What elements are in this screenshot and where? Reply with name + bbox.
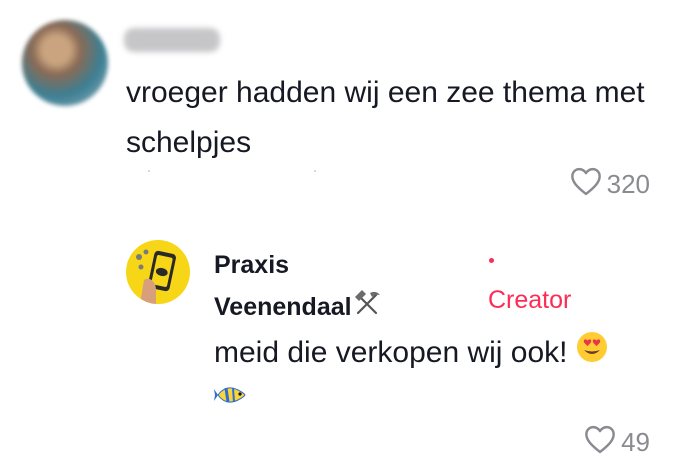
tropical-fish-icon — [214, 378, 248, 424]
phone-hand-icon — [136, 249, 176, 304]
username-blurred[interactable]: chasey — [124, 28, 220, 52]
author-name-line1: Praxis — [214, 251, 290, 279]
reply-text-block: meid die verkopen wij ook! — [214, 330, 644, 424]
avatar-praxis[interactable] — [126, 240, 190, 304]
comment-text: vroeger hadden wij een zee thema met sch… — [126, 76, 645, 159]
avatar[interactable] — [22, 20, 108, 106]
heart-icon — [569, 166, 603, 203]
divider-marks — [148, 170, 328, 172]
author-name-line2: Veenendaal — [214, 293, 352, 321]
heart-icon — [583, 424, 617, 461]
reply-text: meid die verkopen wij ook! — [214, 336, 568, 369]
separator-dot — [489, 258, 494, 263]
like-button[interactable]: 320 — [569, 166, 650, 203]
like-button[interactable]: 49 — [583, 424, 650, 461]
creator-badge: Creator — [488, 286, 572, 314]
heart-eyes-icon — [576, 331, 608, 377]
hammer-and-pick-icon — [352, 287, 382, 330]
comment-thread: chasey vroeger hadden wij een zee thema … — [0, 0, 686, 476]
reply-author[interactable]: Praxis Veenendaal — [214, 244, 454, 330]
like-count: 49 — [621, 427, 650, 457]
like-count: 320 — [606, 169, 650, 199]
